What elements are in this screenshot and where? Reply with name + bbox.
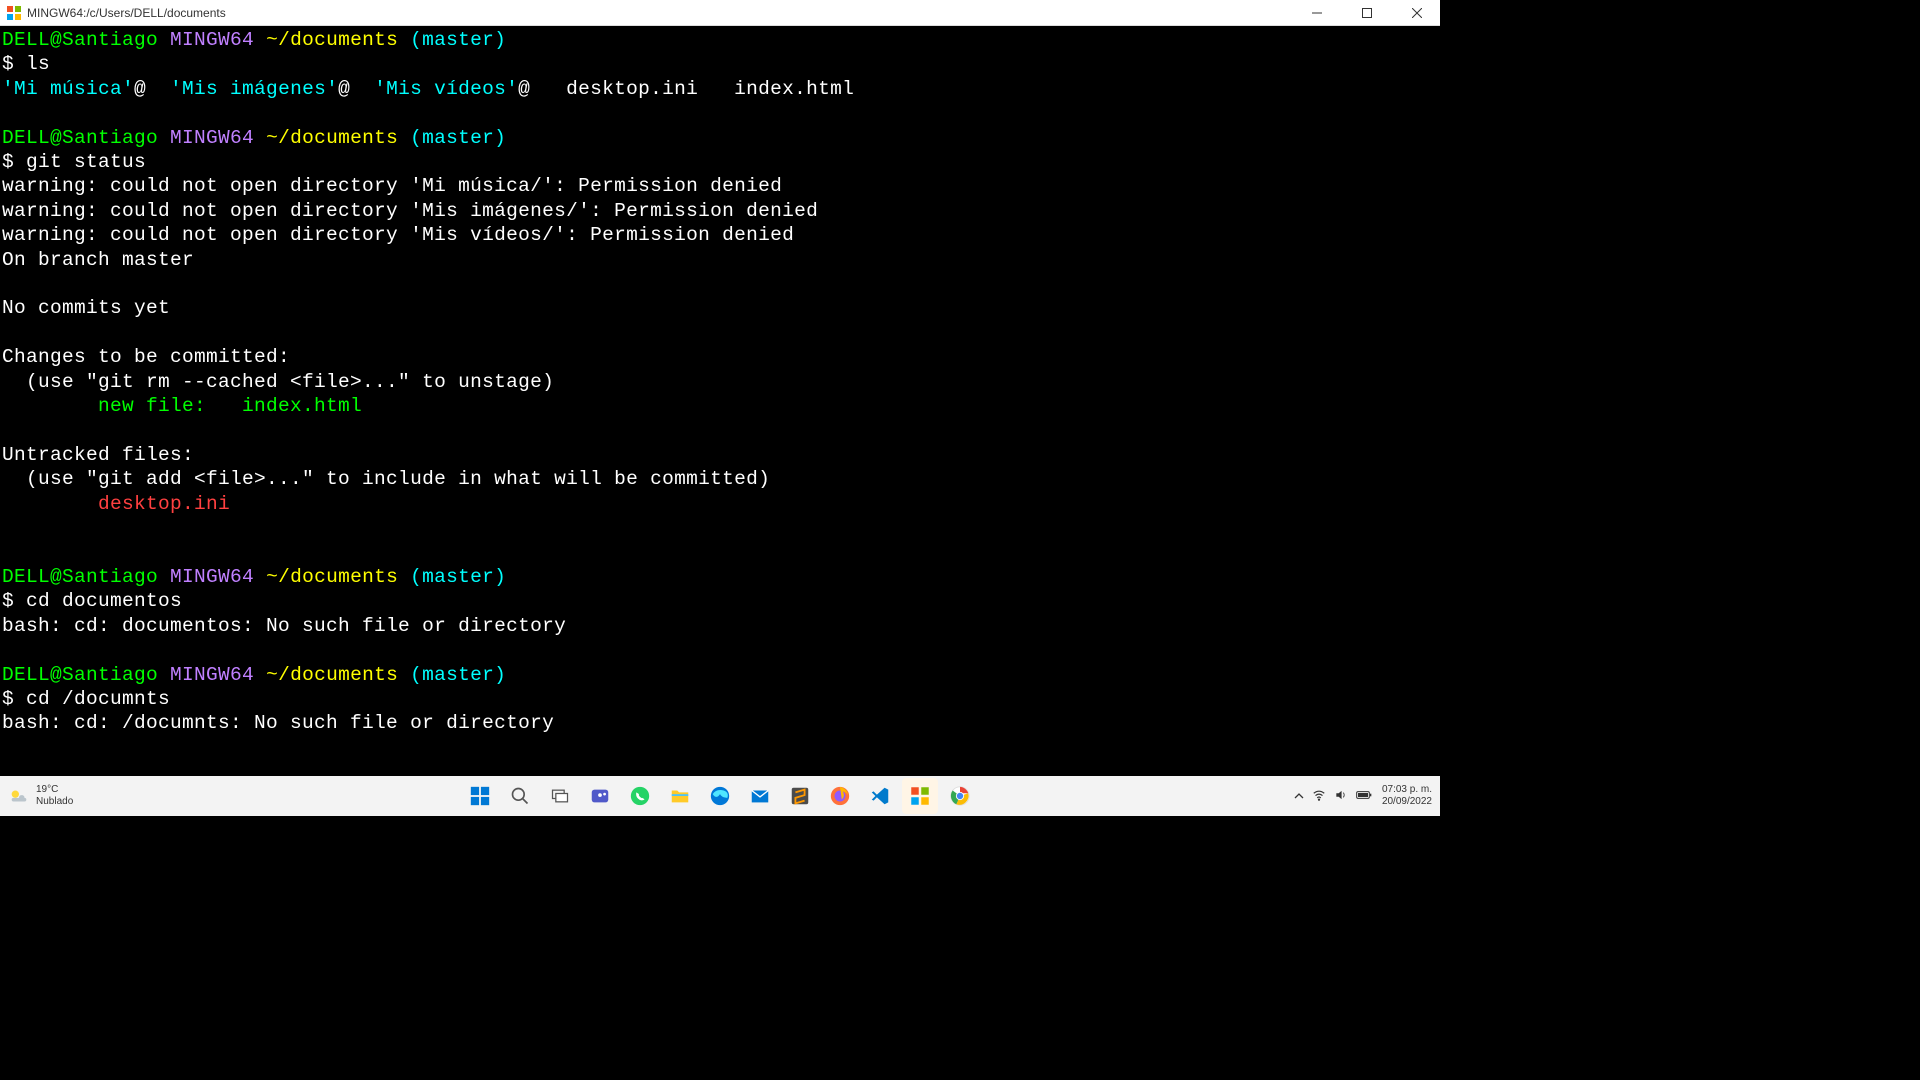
window-titlebar: MINGW64:/c/Users/DELL/documents xyxy=(0,0,1440,26)
changes-header: Changes to be committed: xyxy=(2,345,1438,369)
command-cd2: $ cd /documnts xyxy=(2,687,1438,711)
volume-icon[interactable] xyxy=(1334,788,1348,805)
blank-line xyxy=(2,419,1438,443)
vscode-icon[interactable] xyxy=(862,778,898,814)
taskbar: 19°C Nublado xyxy=(0,776,1440,816)
chrome-icon[interactable] xyxy=(942,778,978,814)
titlebar-left: MINGW64:/c/Users/DELL/documents xyxy=(6,5,226,21)
weather-desc: Nublado xyxy=(36,796,73,808)
window-title: MINGW64:/c/Users/DELL/documents xyxy=(27,6,226,20)
unstage-hint: (use "git rm --cached <file>..." to unst… xyxy=(2,370,1438,394)
sublime-icon[interactable] xyxy=(782,778,818,814)
command-git-status: $ git status xyxy=(2,150,1438,174)
error-line: bash: cd: /documnts: No such file or dir… xyxy=(2,711,1438,735)
blank-line xyxy=(2,638,1438,662)
terminal-area[interactable]: DELL@Santiago MINGW64 ~/documents (maste… xyxy=(0,26,1440,776)
untracked-header: Untracked files: xyxy=(2,443,1438,467)
blank-line xyxy=(2,101,1438,125)
command-ls: $ ls xyxy=(2,52,1438,76)
whatsapp-icon[interactable] xyxy=(622,778,658,814)
close-button[interactable] xyxy=(1402,3,1432,23)
blank-line xyxy=(2,272,1438,296)
taskbar-center xyxy=(462,778,978,814)
prompt-env: MINGW64 xyxy=(170,29,254,51)
weather-temp: 19°C xyxy=(36,784,73,796)
prompt-line: DELL@Santiago MINGW64 ~/documents (maste… xyxy=(2,663,1438,687)
battery-icon[interactable] xyxy=(1356,789,1372,804)
prompt-path: ~/documents xyxy=(266,29,398,51)
untracked-file: desktop.ini xyxy=(2,492,1438,516)
taskbar-weather[interactable]: 19°C Nublado xyxy=(8,784,73,808)
warning-line: warning: could not open directory 'Mis v… xyxy=(2,223,1438,247)
teams-icon[interactable] xyxy=(582,778,618,814)
weather-icon xyxy=(8,785,30,807)
blank-line xyxy=(2,516,1438,540)
file-explorer-icon[interactable] xyxy=(662,778,698,814)
prompt-branch: (master) xyxy=(410,29,506,51)
no-commits-line: No commits yet xyxy=(2,296,1438,320)
edge-icon[interactable] xyxy=(702,778,738,814)
new-file-line: new file: index.html xyxy=(2,394,1438,418)
prompt-line: DELL@Santiago MINGW64 ~/documents (maste… xyxy=(2,565,1438,589)
window-controls xyxy=(1302,3,1432,23)
prompt-line: DELL@Santiago MINGW64 ~/documents (maste… xyxy=(2,28,1438,52)
tray-icons[interactable] xyxy=(1294,788,1372,805)
maximize-button[interactable] xyxy=(1352,3,1382,23)
warning-line: warning: could not open directory 'Mis i… xyxy=(2,199,1438,223)
date-label: 20/09/2022 xyxy=(1382,796,1432,808)
git-bash-icon[interactable] xyxy=(902,778,938,814)
branch-line: On branch master xyxy=(2,248,1438,272)
wifi-icon[interactable] xyxy=(1312,788,1326,805)
mail-icon[interactable] xyxy=(742,778,778,814)
untracked-hint: (use "git add <file>..." to include in w… xyxy=(2,467,1438,491)
weather-text: 19°C Nublado xyxy=(36,784,73,808)
blank-line xyxy=(2,321,1438,345)
time-label: 07:03 p. m. xyxy=(1382,784,1432,796)
ls-output: 'Mi música'@ 'Mis imágenes'@ 'Mis vídeos… xyxy=(2,77,1438,101)
command-cd1: $ cd documentos xyxy=(2,589,1438,613)
warning-line: warning: could not open directory 'Mi mú… xyxy=(2,174,1438,198)
start-button[interactable] xyxy=(462,778,498,814)
blank-line xyxy=(2,541,1438,565)
minimize-button[interactable] xyxy=(1302,3,1332,23)
prompt-line: DELL@Santiago MINGW64 ~/documents (maste… xyxy=(2,126,1438,150)
task-view-icon[interactable] xyxy=(542,778,578,814)
datetime[interactable]: 07:03 p. m. 20/09/2022 xyxy=(1382,784,1432,808)
firefox-icon[interactable] xyxy=(822,778,858,814)
taskbar-tray: 07:03 p. m. 20/09/2022 xyxy=(1294,784,1432,808)
chevron-up-icon[interactable] xyxy=(1294,789,1304,804)
app-icon xyxy=(6,5,22,21)
search-icon[interactable] xyxy=(502,778,538,814)
prompt-user: DELL@Santiago xyxy=(2,29,158,51)
error-line: bash: cd: documentos: No such file or di… xyxy=(2,614,1438,638)
